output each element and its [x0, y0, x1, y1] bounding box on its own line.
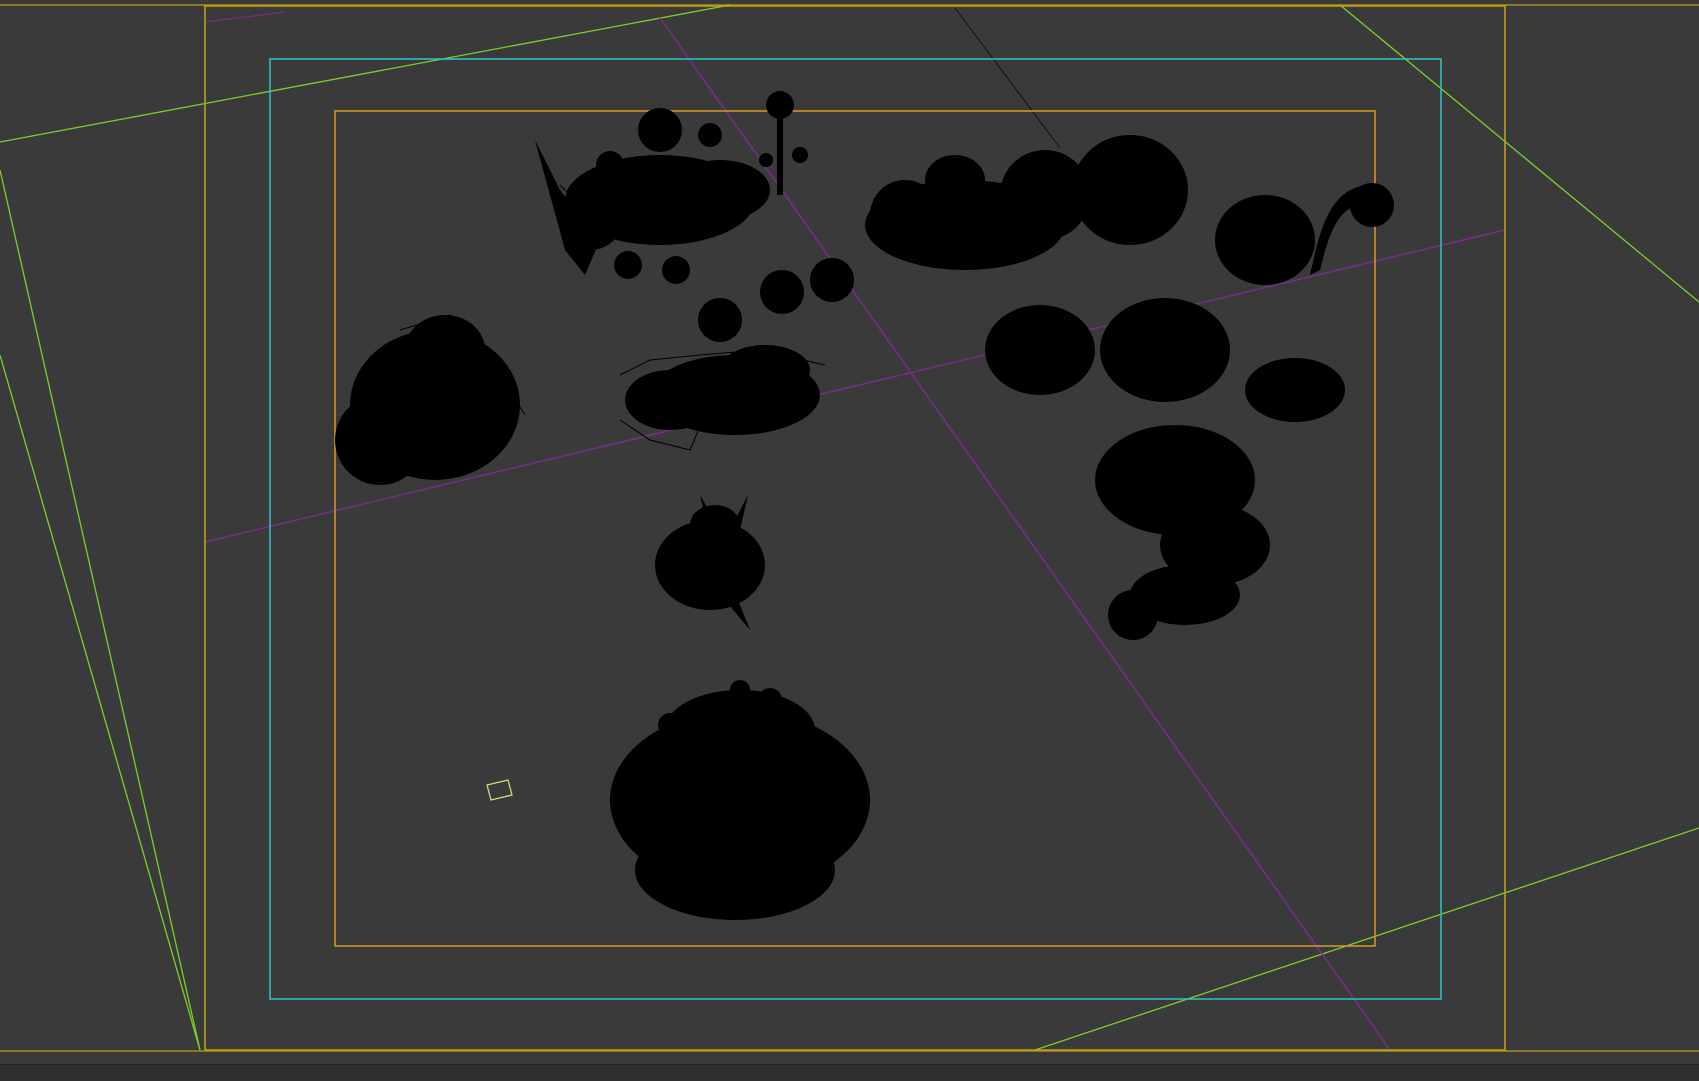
render-frame-outer [204, 5, 1506, 1051]
bush-right-2[interactable] [1100, 298, 1230, 402]
guide-stub [204, 11, 286, 23]
shrub-small-2[interactable] [760, 270, 804, 314]
plant-center[interactable] [655, 495, 765, 630]
bush-center[interactable] [625, 345, 820, 435]
frustum-line-left-a [0, 169, 201, 1051]
bush-top-right[interactable] [1215, 183, 1394, 285]
shrub-small-3[interactable] [810, 258, 854, 302]
fern-cluster-top[interactable] [535, 108, 770, 284]
frustum-line-top-left [0, 4, 731, 143]
foliage-group [335, 91, 1394, 920]
bush-right-1[interactable] [985, 305, 1095, 395]
bush-bottom-large[interactable] [610, 680, 870, 920]
3d-viewport[interactable] [0, 0, 1699, 1081]
hedge-right-lower[interactable] [1095, 425, 1270, 640]
bush-left[interactable] [335, 315, 520, 485]
viewport-canvas[interactable] [0, 0, 1699, 1080]
guide-line-dark [954, 7, 1061, 149]
frustum-line-top-right [1339, 4, 1699, 303]
frustum-line-left-b [0, 354, 201, 1051]
hedge-top[interactable] [865, 135, 1188, 270]
square-marker-icon[interactable] [486, 779, 513, 801]
bush-right-3[interactable] [1245, 358, 1345, 422]
timeline-strip[interactable] [0, 1064, 1699, 1081]
shrub-small-1[interactable] [698, 298, 742, 342]
